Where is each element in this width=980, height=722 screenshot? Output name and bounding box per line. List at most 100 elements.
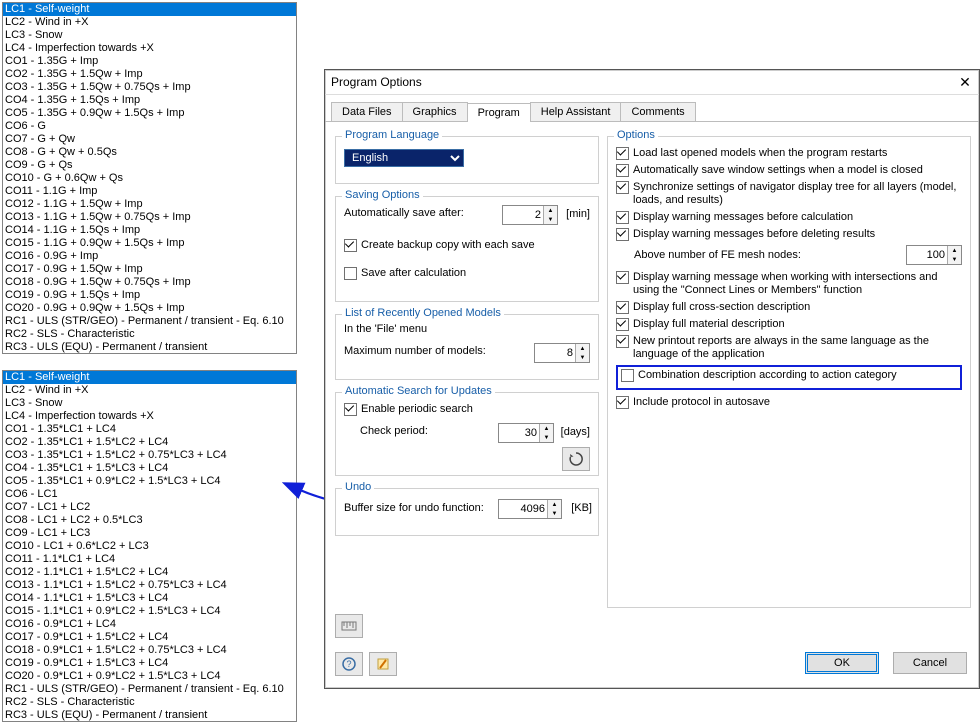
list-item[interactable]: CO7 - LC1 + LC2: [3, 501, 296, 514]
option-checkbox-3[interactable]: Display warning messages before calculat…: [616, 211, 962, 224]
option2-checkbox-1[interactable]: Display full cross-section description: [616, 301, 962, 314]
cancel-button[interactable]: Cancel: [893, 652, 967, 674]
list-item[interactable]: CO18 - 0.9*LC1 + 1.5*LC2 + 0.75*LC3 + LC…: [3, 644, 296, 657]
list-item[interactable]: RC3 - ULS (EQU) - Permanent / transient: [3, 341, 296, 354]
list-item[interactable]: CO17 - 0.9G + 1.5Qw + Imp: [3, 263, 296, 276]
list-item[interactable]: CO1 - 1.35G + Imp: [3, 55, 296, 68]
list-item[interactable]: CO3 - 1.35*LC1 + 1.5*LC2 + 0.75*LC3 + LC…: [3, 449, 296, 462]
list-item[interactable]: CO9 - G + Qs: [3, 159, 296, 172]
list-item[interactable]: CO2 - 1.35*LC1 + 1.5*LC2 + LC4: [3, 436, 296, 449]
list-item[interactable]: CO15 - 1.1G + 0.9Qw + 1.5Qs + Imp: [3, 237, 296, 250]
list-item[interactable]: CO4 - 1.35*LC1 + 1.5*LC3 + LC4: [3, 462, 296, 475]
list-item[interactable]: CO11 - 1.1*LC1 + LC4: [3, 553, 296, 566]
option-checkbox-2[interactable]: Synchronize settings of navigator displa…: [616, 181, 962, 207]
group-caption: Automatic Search for Updates: [342, 385, 495, 397]
tab-graphics[interactable]: Graphics: [402, 102, 468, 121]
group-options: Options Load last opened models when the…: [607, 136, 971, 608]
list-item[interactable]: CO6 - LC1: [3, 488, 296, 501]
list-item[interactable]: LC2 - Wind in +X: [3, 16, 296, 29]
group-caption: List of Recently Opened Models: [342, 307, 504, 319]
list-item[interactable]: CO5 - 1.35*LC1 + 0.9*LC2 + 1.5*LC3 + LC4: [3, 475, 296, 488]
list-item[interactable]: CO16 - 0.9G + Imp: [3, 250, 296, 263]
list-item[interactable]: CO19 - 0.9G + 1.5Qs + Imp: [3, 289, 296, 302]
option-checkbox-4[interactable]: Display warning messages before deleting…: [616, 228, 962, 241]
list-item[interactable]: RC3 - ULS (EQU) - Permanent / transient: [3, 709, 296, 722]
list-item[interactable]: CO12 - 1.1G + 1.5Qw + Imp: [3, 198, 296, 211]
list-item[interactable]: CO10 - LC1 + 0.6*LC2 + LC3: [3, 540, 296, 553]
checkbox-save-after-calc[interactable]: Save after calculation: [344, 267, 466, 280]
checkbox-backup-copy[interactable]: Create backup copy with each save: [344, 239, 535, 252]
group-caption: Options: [614, 129, 658, 141]
tab-program[interactable]: Program: [467, 103, 531, 122]
list-item[interactable]: RC1 - ULS (STR/GEO) - Permanent / transi…: [3, 683, 296, 696]
checkbox-enable-periodic[interactable]: Enable periodic search: [344, 403, 473, 416]
list-item[interactable]: CO13 - 1.1G + 1.5Qw + 0.75Qs + Imp: [3, 211, 296, 224]
max-models-spinner[interactable]: ▲▼: [534, 343, 590, 363]
list-item[interactable]: CO5 - 1.35G + 0.9Qw + 1.5Qs + Imp: [3, 107, 296, 120]
list-item[interactable]: LC1 - Self-weight: [3, 371, 296, 384]
option2-checkbox-3[interactable]: New printout reports are always in the s…: [616, 335, 962, 361]
list-item[interactable]: LC3 - Snow: [3, 29, 296, 42]
group-caption: Undo: [342, 481, 374, 493]
list-item[interactable]: CO17 - 0.9*LC1 + 1.5*LC2 + LC4: [3, 631, 296, 644]
list-item[interactable]: RC2 - SLS - Characteristic: [3, 696, 296, 709]
list-item[interactable]: CO20 - 0.9G + 0.9Qw + 1.5Qs + Imp: [3, 302, 296, 315]
svg-text:?: ?: [346, 659, 351, 669]
tab-data-files[interactable]: Data Files: [331, 102, 403, 121]
list-item[interactable]: CO13 - 1.1*LC1 + 1.5*LC2 + 0.75*LC3 + LC…: [3, 579, 296, 592]
list-item[interactable]: LC2 - Wind in +X: [3, 384, 296, 397]
list-item[interactable]: CO4 - 1.35G + 1.5Qs + Imp: [3, 94, 296, 107]
list-item[interactable]: LC1 - Self-weight: [3, 3, 296, 16]
list-item[interactable]: CO3 - 1.35G + 1.5Qw + 0.75Qs + Imp: [3, 81, 296, 94]
defaults-icon-button[interactable]: [369, 652, 397, 676]
list-item[interactable]: CO19 - 0.9*LC1 + 1.5*LC3 + LC4: [3, 657, 296, 670]
undo-buffer-spinner[interactable]: ▲▼: [498, 499, 562, 519]
checkbox-include-protocol[interactable]: Include protocol in autosave: [616, 396, 962, 409]
help-icon-button[interactable]: ?: [335, 652, 363, 676]
checkbox-combination-description[interactable]: Combination description according to act…: [621, 369, 957, 382]
close-icon[interactable]: ✕: [955, 72, 975, 92]
list-item[interactable]: LC3 - Snow: [3, 397, 296, 410]
list-item[interactable]: CO10 - G + 0.6Qw + Qs: [3, 172, 296, 185]
check-period-label: Check period:: [360, 425, 428, 437]
list-item[interactable]: CO8 - G + Qw + 0.5Qs: [3, 146, 296, 159]
list-item[interactable]: RC1 - ULS (STR/GEO) - Permanent / transi…: [3, 315, 296, 328]
list-item[interactable]: CO14 - 1.1G + 1.5Qs + Imp: [3, 224, 296, 237]
list-item[interactable]: CO6 - G: [3, 120, 296, 133]
list-item[interactable]: CO1 - 1.35*LC1 + LC4: [3, 423, 296, 436]
list-item[interactable]: CO7 - G + Qw: [3, 133, 296, 146]
group-caption: Saving Options: [342, 189, 423, 201]
max-models-label: Maximum number of models:: [344, 345, 486, 357]
combination-list-by-action[interactable]: LC1 - Self-weightLC2 - Wind in +XLC3 - S…: [2, 2, 297, 354]
language-select[interactable]: English: [344, 149, 464, 167]
list-item[interactable]: CO15 - 1.1*LC1 + 0.9*LC2 + 1.5*LC3 + LC4: [3, 605, 296, 618]
list-item[interactable]: LC4 - Imperfection towards +X: [3, 42, 296, 55]
list-item[interactable]: CO9 - LC1 + LC3: [3, 527, 296, 540]
option2-checkbox-2[interactable]: Display full material description: [616, 318, 962, 331]
list-item[interactable]: CO16 - 0.9*LC1 + LC4: [3, 618, 296, 631]
list-item[interactable]: CO18 - 0.9G + 1.5Qw + 0.75Qs + Imp: [3, 276, 296, 289]
tabstrip: Data FilesGraphicsProgramHelp AssistantC…: [325, 99, 979, 122]
combination-list-by-loadcase[interactable]: LC1 - Self-weightLC2 - Wind in +XLC3 - S…: [2, 370, 297, 722]
ok-button[interactable]: OK: [805, 652, 879, 674]
tab-comments[interactable]: Comments: [620, 102, 695, 121]
check-updates-now-button[interactable]: [562, 447, 590, 471]
list-item[interactable]: CO12 - 1.1*LC1 + 1.5*LC2 + LC4: [3, 566, 296, 579]
units-icon-button[interactable]: [335, 614, 363, 638]
list-item[interactable]: CO8 - LC1 + LC2 + 0.5*LC3: [3, 514, 296, 527]
list-item[interactable]: CO20 - 0.9*LC1 + 0.9*LC2 + 1.5*LC3 + LC4: [3, 670, 296, 683]
list-item[interactable]: LC4 - Imperfection towards +X: [3, 410, 296, 423]
list-item[interactable]: CO2 - 1.35G + 1.5Qw + Imp: [3, 68, 296, 81]
group-undo: Undo Buffer size for undo function: ▲▼ […: [335, 488, 599, 536]
check-period-spinner[interactable]: ▲▼: [498, 423, 554, 443]
program-options-dialog: Program Options ✕ Data FilesGraphicsProg…: [324, 69, 980, 689]
fe-nodes-spinner[interactable]: ▲▼: [906, 245, 962, 265]
auto-save-spinner[interactable]: ▲▼: [502, 205, 558, 225]
tab-help-assistant[interactable]: Help Assistant: [530, 102, 622, 121]
option-checkbox-0[interactable]: Load last opened models when the program…: [616, 147, 962, 160]
list-item[interactable]: RC2 - SLS - Characteristic: [3, 328, 296, 341]
list-item[interactable]: CO14 - 1.1*LC1 + 1.5*LC3 + LC4: [3, 592, 296, 605]
option2-checkbox-0[interactable]: Display warning message when working wit…: [616, 271, 962, 297]
list-item[interactable]: CO11 - 1.1G + Imp: [3, 185, 296, 198]
option-checkbox-1[interactable]: Automatically save window settings when …: [616, 164, 962, 177]
